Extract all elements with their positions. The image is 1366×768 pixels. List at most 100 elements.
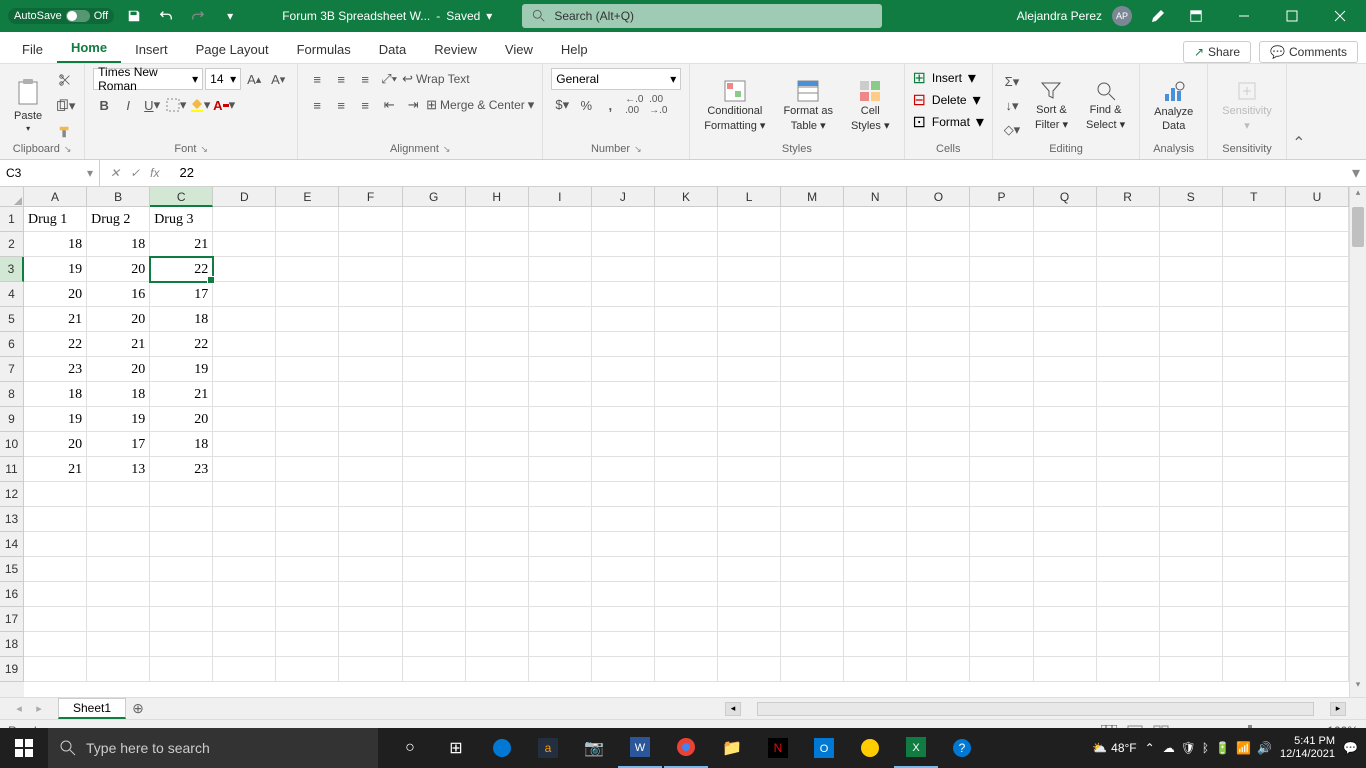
cell-J13[interactable]: [592, 507, 655, 532]
cell-S4[interactable]: [1160, 282, 1223, 307]
cell-H13[interactable]: [466, 507, 529, 532]
chrome-icon[interactable]: [664, 728, 708, 768]
tab-data[interactable]: Data: [365, 36, 420, 63]
search-box[interactable]: Search (Alt+Q): [522, 4, 882, 28]
cell-P15[interactable]: [970, 557, 1033, 582]
cell-R19[interactable]: [1097, 657, 1160, 682]
cell-L7[interactable]: [718, 357, 781, 382]
delete-cells-button[interactable]: Delete: [928, 93, 971, 107]
cell-Q1[interactable]: [1034, 207, 1097, 232]
cell-M6[interactable]: [781, 332, 844, 357]
cell-M4[interactable]: [781, 282, 844, 307]
cell-A14[interactable]: [24, 532, 87, 557]
cell-B5[interactable]: 20: [87, 307, 150, 332]
cell-I12[interactable]: [529, 482, 592, 507]
tab-review[interactable]: Review: [420, 36, 491, 63]
cell-R5[interactable]: [1097, 307, 1160, 332]
redo-button[interactable]: [186, 4, 210, 28]
cell-P16[interactable]: [970, 582, 1033, 607]
cell-T12[interactable]: [1223, 482, 1286, 507]
cell-S12[interactable]: [1160, 482, 1223, 507]
cell-G11[interactable]: [403, 457, 466, 482]
cell-P1[interactable]: [970, 207, 1033, 232]
cell-K15[interactable]: [655, 557, 718, 582]
cell-P11[interactable]: [970, 457, 1033, 482]
cell-M19[interactable]: [781, 657, 844, 682]
column-header-P[interactable]: P: [970, 187, 1033, 207]
cell-C9[interactable]: 20: [150, 407, 213, 432]
cell-U16[interactable]: [1286, 582, 1349, 607]
cell-O15[interactable]: [907, 557, 970, 582]
cell-C15[interactable]: [150, 557, 213, 582]
select-all-corner[interactable]: [0, 187, 24, 207]
cell-C8[interactable]: 21: [150, 382, 213, 407]
cell-K13[interactable]: [655, 507, 718, 532]
align-center-button[interactable]: ≡: [330, 94, 352, 116]
underline-button[interactable]: U▾: [141, 94, 163, 116]
doc-dropdown-icon[interactable]: ▾: [486, 9, 492, 23]
cell-S5[interactable]: [1160, 307, 1223, 332]
cell-N3[interactable]: [844, 257, 907, 282]
cell-Q9[interactable]: [1034, 407, 1097, 432]
row-header-4[interactable]: 4: [0, 282, 24, 307]
cell-K19[interactable]: [655, 657, 718, 682]
cell-J2[interactable]: [592, 232, 655, 257]
amazon-icon[interactable]: a: [526, 728, 570, 768]
cell-R8[interactable]: [1097, 382, 1160, 407]
cell-L10[interactable]: [718, 432, 781, 457]
column-header-B[interactable]: B: [87, 187, 150, 207]
cell-E13[interactable]: [276, 507, 339, 532]
cell-I11[interactable]: [529, 457, 592, 482]
cell-T11[interactable]: [1223, 457, 1286, 482]
minimize-button[interactable]: [1222, 0, 1266, 32]
scrollbar-thumb[interactable]: [1352, 207, 1364, 247]
cell-L19[interactable]: [718, 657, 781, 682]
cell-B4[interactable]: 16: [87, 282, 150, 307]
cell-U8[interactable]: [1286, 382, 1349, 407]
cell-T17[interactable]: [1223, 607, 1286, 632]
number-dialog-launcher[interactable]: ↘: [634, 144, 642, 155]
cell-I6[interactable]: [529, 332, 592, 357]
cell-C11[interactable]: 23: [150, 457, 213, 482]
cell-P5[interactable]: [970, 307, 1033, 332]
tab-help[interactable]: Help: [547, 36, 602, 63]
tab-insert[interactable]: Insert: [121, 36, 182, 63]
cell-I9[interactable]: [529, 407, 592, 432]
cancel-edit-button[interactable]: ✕: [110, 166, 120, 180]
cell-D7[interactable]: [213, 357, 276, 382]
cell-J7[interactable]: [592, 357, 655, 382]
cell-O14[interactable]: [907, 532, 970, 557]
cell-N2[interactable]: [844, 232, 907, 257]
cell-N13[interactable]: [844, 507, 907, 532]
clear-button[interactable]: ◇▾: [1001, 119, 1023, 141]
row-header-5[interactable]: 5: [0, 307, 24, 332]
cell-O9[interactable]: [907, 407, 970, 432]
cell-K3[interactable]: [655, 257, 718, 282]
cell-L4[interactable]: [718, 282, 781, 307]
cell-M18[interactable]: [781, 632, 844, 657]
cell-F10[interactable]: [339, 432, 402, 457]
clipboard-dialog-launcher[interactable]: ↘: [64, 144, 72, 155]
cell-N4[interactable]: [844, 282, 907, 307]
formula-bar[interactable]: 22: [169, 165, 1346, 181]
system-clock[interactable]: 5:41 PM 12/14/2021: [1280, 735, 1335, 761]
wrap-text-button[interactable]: ↩Wrap Text: [402, 68, 469, 90]
decrease-decimal-button[interactable]: .00→.0: [647, 94, 669, 116]
cell-T1[interactable]: [1223, 207, 1286, 232]
cell-B13[interactable]: [87, 507, 150, 532]
column-header-C[interactable]: C: [150, 187, 213, 207]
cell-K2[interactable]: [655, 232, 718, 257]
cell-P3[interactable]: [970, 257, 1033, 282]
cell-H6[interactable]: [466, 332, 529, 357]
cell-Q14[interactable]: [1034, 532, 1097, 557]
cell-N16[interactable]: [844, 582, 907, 607]
cell-G2[interactable]: [403, 232, 466, 257]
cell-A6[interactable]: 22: [24, 332, 87, 357]
cell-R6[interactable]: [1097, 332, 1160, 357]
cell-N19[interactable]: [844, 657, 907, 682]
cell-E5[interactable]: [276, 307, 339, 332]
cell-G4[interactable]: [403, 282, 466, 307]
cell-S14[interactable]: [1160, 532, 1223, 557]
tab-formulas[interactable]: Formulas: [283, 36, 365, 63]
cell-N11[interactable]: [844, 457, 907, 482]
